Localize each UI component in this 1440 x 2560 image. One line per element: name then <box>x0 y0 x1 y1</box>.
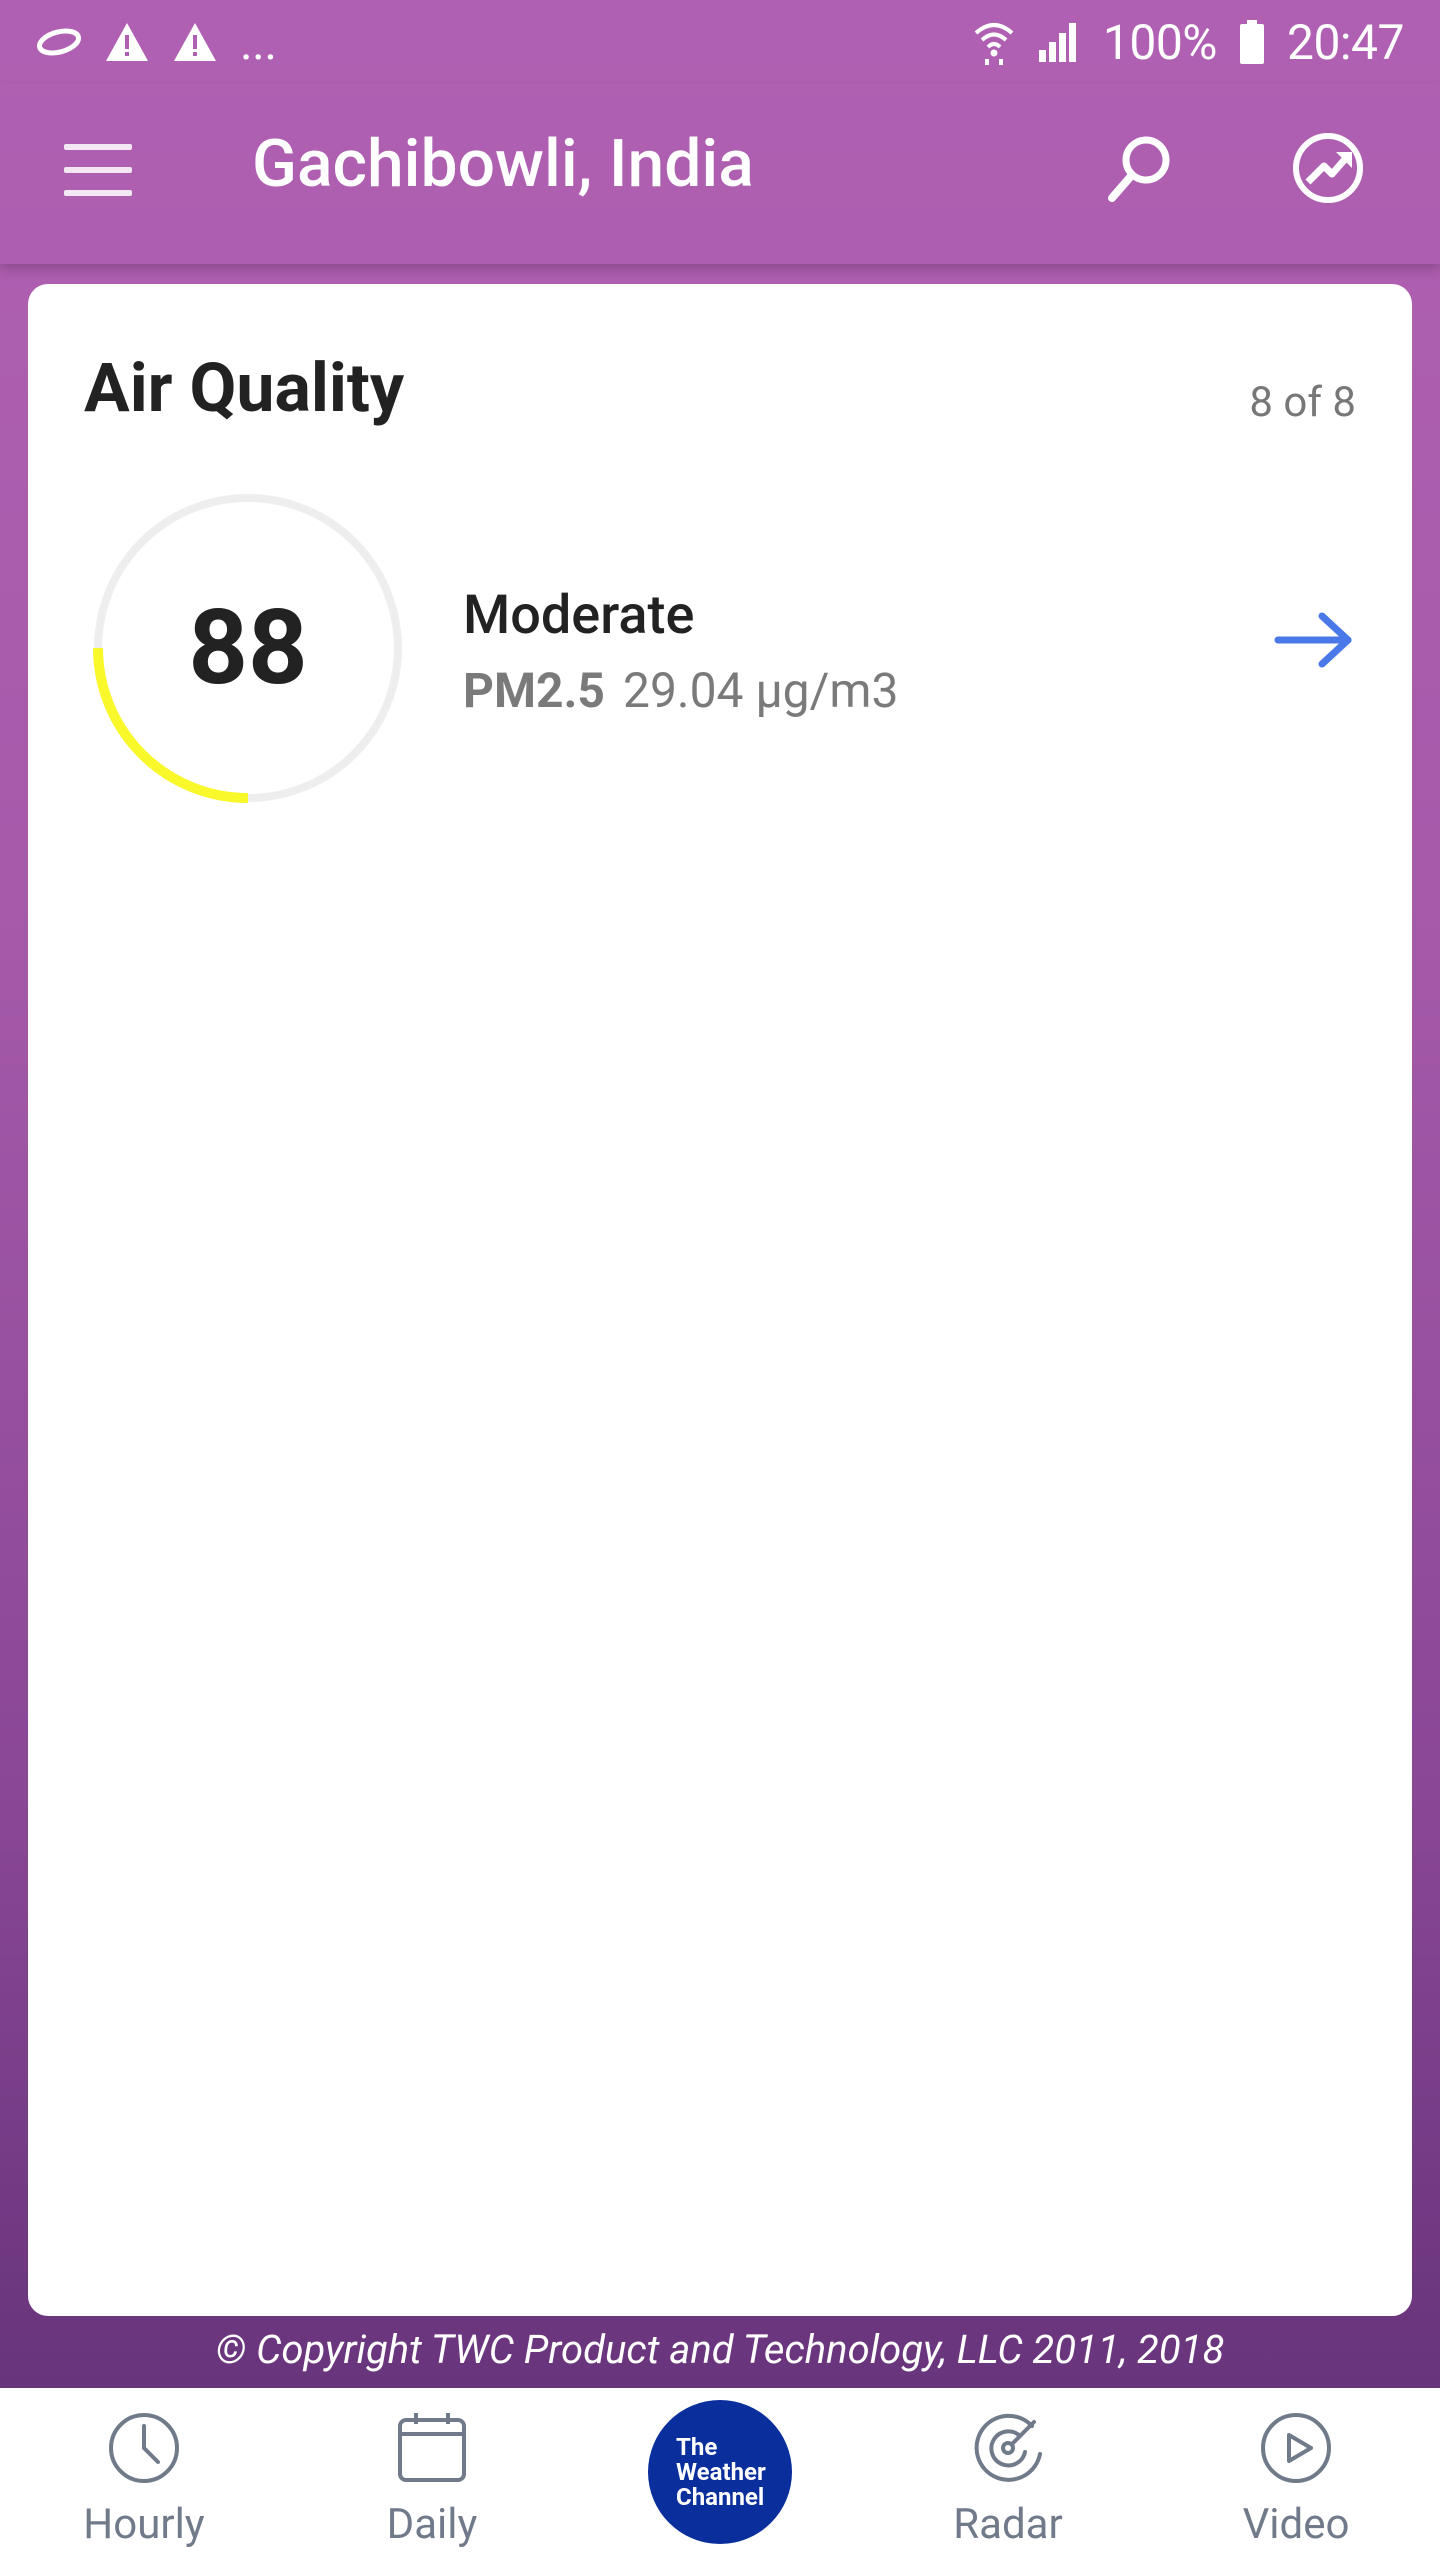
aqi-value: 88 <box>188 587 308 709</box>
nav-radar-label: Radar <box>953 2500 1063 2549</box>
pollutant-value: 29.04 µg/m3 <box>622 662 899 719</box>
pollutant-name: PM2.5 <box>463 662 605 719</box>
the-weather-channel-logo[interactable]: The Weather Channel <box>648 2400 792 2544</box>
logo-text-line-1: The <box>676 2432 718 2461</box>
air-quality-card[interactable]: Air Quality 8 of 8 88 Moderate PM2.5 29.0… <box>28 284 1412 2316</box>
card-title: Air Quality <box>84 348 405 428</box>
calendar-icon <box>398 2413 466 2482</box>
wifi-icon <box>974 23 1014 65</box>
clock-icon <box>109 2413 179 2483</box>
logo-text-line-3: Channel <box>676 2482 765 2511</box>
menu-icon[interactable] <box>64 144 132 196</box>
arrow-right-icon[interactable] <box>1274 610 1356 670</box>
aqi-category: Moderate <box>463 584 695 647</box>
warning-icon <box>106 23 148 61</box>
status-bar: ... 100% 20:47 <box>0 0 1440 84</box>
aqi-pollutant: PM2.5 29.04 µg/m3 <box>463 662 898 719</box>
card-page-count: 8 of 8 <box>1249 378 1356 427</box>
play-icon <box>1261 2413 1331 2483</box>
nav-video[interactable]: Video <box>1176 2410 1416 2560</box>
clock-time: 20:47 <box>1286 13 1405 71</box>
copyright-text: © Copyright TWC Product and Technology, … <box>215 2326 1225 2373</box>
battery-icon <box>1239 20 1264 64</box>
logo-text-line-2: Weather <box>676 2457 766 2486</box>
radar-icon <box>974 2413 1042 2482</box>
nav-radar[interactable]: Radar <box>888 2410 1128 2560</box>
signal-icon <box>1038 23 1076 62</box>
bottom-navigation: Hourly Daily The Weather Channel Radar V… <box>0 2388 1440 2560</box>
warning-icon <box>174 23 216 61</box>
app-notification-icon <box>37 28 81 56</box>
system-icons: 100% 20:47 <box>973 13 1405 71</box>
nav-hourly[interactable]: Hourly <box>24 2410 264 2560</box>
more-notifications: ... <box>240 13 277 71</box>
nav-daily[interactable]: Daily <box>312 2410 552 2560</box>
nav-video-label: Video <box>1242 2500 1350 2549</box>
battery-percent: 100% <box>1102 13 1218 71</box>
nav-hourly-label: Hourly <box>83 2500 205 2549</box>
nav-daily-label: Daily <box>386 2500 478 2549</box>
location-title[interactable]: Gachibowli, India <box>252 126 754 203</box>
share-icon[interactable] <box>1290 130 1366 206</box>
notification-icons: ... <box>36 13 277 71</box>
app-bar: Gachibowli, India <box>0 84 1440 264</box>
search-icon[interactable] <box>1100 128 1180 208</box>
